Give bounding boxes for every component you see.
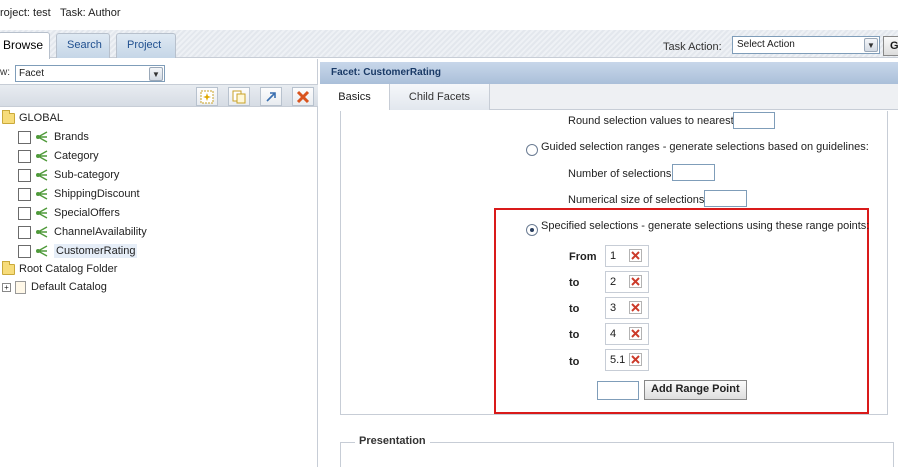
link-icon[interactable]: [260, 87, 282, 106]
tab-project[interactable]: Project: [116, 33, 176, 58]
facet-icon: [36, 188, 48, 200]
tree-item-category[interactable]: Category: [18, 147, 99, 165]
tree-item-label: Default Catalog: [31, 281, 107, 293]
copy-icon[interactable]: [228, 87, 250, 106]
round-label: Round selection values to nearest:: [568, 115, 737, 127]
facet-checkbox[interactable]: [18, 130, 31, 144]
facet-checkbox[interactable]: [18, 206, 31, 220]
folder-icon: [2, 260, 15, 275]
tree-item-customerrating[interactable]: CustomerRating: [18, 242, 138, 260]
presentation-legend: Presentation: [355, 435, 430, 447]
delete-range-point-icon[interactable]: [629, 327, 642, 340]
view-label: w:: [0, 67, 10, 78]
tree-item-label: SpecialOffers: [54, 207, 120, 219]
facet-checkbox[interactable]: [18, 225, 31, 239]
facet-subtabs: Basics Child Facets: [320, 84, 898, 110]
basics-content: Round selection values to nearest: Guide…: [320, 111, 898, 467]
tree-item-specialoffers[interactable]: SpecialOffers: [18, 204, 120, 222]
chevron-down-icon[interactable]: ▼: [864, 38, 878, 52]
guided-radio[interactable]: [526, 144, 538, 156]
project-bar: roject: test Task: Author: [0, 0, 898, 28]
task-name: Task: Author: [60, 7, 121, 19]
new-facet-icon[interactable]: [196, 87, 218, 106]
range-point-label: to: [569, 329, 580, 341]
facet-checkbox[interactable]: [18, 244, 31, 258]
tree-item-label: CustomerRating: [54, 244, 138, 258]
num-size-label: Numerical size of selections:: [568, 194, 708, 206]
tree-item-default-catalog[interactable]: + Default Catalog: [2, 278, 107, 296]
tab-browse[interactable]: Browse: [0, 32, 50, 59]
expand-icon[interactable]: +: [2, 282, 11, 292]
facet-icon: [36, 245, 48, 257]
delete-range-point-icon[interactable]: [629, 275, 642, 288]
catalog-icon: [15, 280, 26, 294]
delete-range-point-icon[interactable]: [629, 353, 642, 366]
tree-item-global[interactable]: GLOBAL: [2, 109, 63, 127]
tree-item-label: ShippingDiscount: [54, 188, 140, 200]
facet-icon: [36, 169, 48, 181]
guided-label: Guided selection ranges - generate selec…: [541, 141, 869, 153]
facet-icon: [36, 131, 48, 143]
range-point-label: to: [569, 356, 580, 368]
range-point-input[interactable]: 1: [605, 245, 649, 267]
num-size-input[interactable]: [704, 190, 747, 207]
tab-search[interactable]: Search: [56, 33, 110, 58]
tree-item-channelavailability[interactable]: ChannelAvailability: [18, 223, 147, 241]
view-selected: Facet: [19, 68, 45, 79]
task-action-select[interactable]: Select Action ▼: [732, 36, 880, 54]
tree-item-label: GLOBAL: [19, 112, 64, 124]
view-row: w: Facet ▼: [0, 63, 318, 83]
tree-item-label: Sub-category: [54, 169, 120, 181]
delete-range-point-icon[interactable]: [629, 301, 642, 314]
facet-icon: [36, 226, 48, 238]
range-point-input[interactable]: 5.1: [605, 349, 649, 371]
task-action-label: Task Action:: [663, 41, 722, 53]
range-point-input[interactable]: 2: [605, 271, 649, 293]
project-name: roject: test: [0, 7, 51, 19]
facet-title-bar: Facet: CustomerRating: [320, 62, 898, 84]
facet-checkbox[interactable]: [18, 187, 31, 201]
tab-child-facets[interactable]: Child Facets: [390, 84, 490, 110]
tree-item-label: Brands: [54, 131, 89, 143]
tree-item-label: Category: [54, 150, 99, 162]
specified-radio[interactable]: [526, 224, 538, 236]
round-input[interactable]: [733, 112, 775, 129]
tree-item-brands[interactable]: Brands: [18, 128, 89, 146]
folder-icon: [2, 109, 15, 124]
num-selections-label: Number of selections:: [568, 168, 675, 180]
range-point-input[interactable]: 4: [605, 323, 649, 345]
main-tab-strip: Browse Search Project Task Action: Selec…: [0, 30, 898, 59]
view-select[interactable]: Facet ▼: [15, 65, 165, 82]
tree-item-sub-category[interactable]: Sub-category: [18, 166, 119, 184]
facet-checkbox[interactable]: [18, 168, 31, 182]
facet-checkbox[interactable]: [18, 149, 31, 163]
add-range-point-button[interactable]: Add Range Point: [644, 380, 747, 400]
range-point-label: to: [569, 303, 580, 315]
tree-toolbar: [0, 84, 318, 107]
facet-icon: [36, 150, 48, 162]
range-point-input[interactable]: 3: [605, 297, 649, 319]
range-point-label: From: [569, 251, 597, 263]
tree-item-label: ChannelAvailability: [54, 226, 147, 238]
right-pane: Facet: CustomerRating Basics Child Facet…: [320, 59, 898, 467]
tab-basics[interactable]: Basics: [320, 84, 390, 110]
tree-item-root-catalog-folder[interactable]: Root Catalog Folder: [2, 260, 117, 278]
delete-range-point-icon[interactable]: [629, 249, 642, 262]
tree-item-shippingdiscount[interactable]: ShippingDiscount: [18, 185, 140, 203]
task-action-selected: Select Action: [737, 39, 795, 50]
num-selections-input[interactable]: [672, 164, 715, 181]
new-range-point-input[interactable]: [597, 381, 639, 400]
go-button[interactable]: G: [883, 36, 898, 56]
range-point-label: to: [569, 277, 580, 289]
specified-label: Specified selections - generate selectio…: [541, 220, 870, 232]
left-pane: w: Facet ▼ GLOBAL Brands Category Sub-ca…: [0, 59, 318, 467]
tree-item-label: Root Catalog Folder: [19, 263, 118, 275]
presentation-fieldset: Presentation: [340, 435, 894, 467]
delete-icon[interactable]: [292, 87, 314, 106]
chevron-down-icon[interactable]: ▼: [149, 67, 163, 81]
facet-icon: [36, 207, 48, 219]
